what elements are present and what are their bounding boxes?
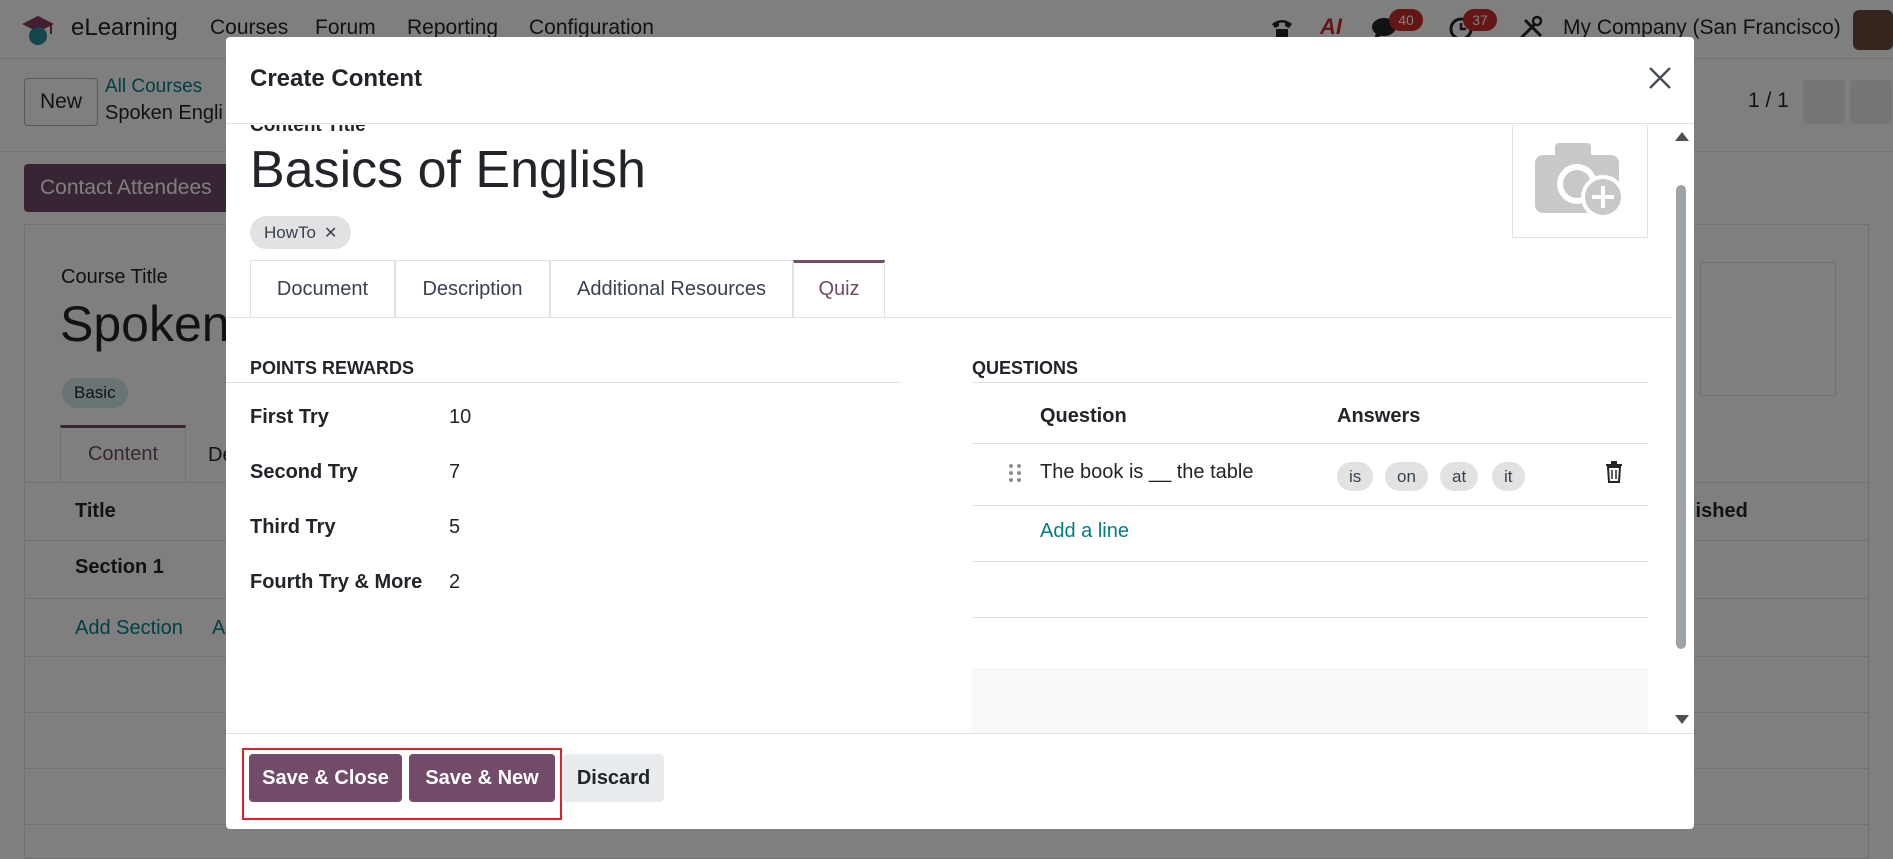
answer-badge: on — [1385, 462, 1428, 491]
tag-label: HowTo — [264, 223, 316, 242]
questions-heading: QUESTIONS — [972, 358, 1079, 378]
trash-icon[interactable] — [1604, 461, 1624, 483]
content-image-upload[interactable] — [1512, 125, 1648, 238]
scroll-up-icon[interactable] — [1675, 132, 1689, 141]
tag-remove-icon[interactable]: ✕ — [324, 225, 337, 242]
section-divider — [972, 382, 1648, 383]
tag-howto: HowTo ✕ — [250, 216, 352, 249]
dialog-header: Create Content — [226, 37, 1694, 124]
answer-badge: it — [1492, 462, 1525, 491]
camera-add-icon — [1535, 143, 1625, 219]
question-cell[interactable]: The book is __ the table — [1040, 461, 1253, 484]
column-answers[interactable]: Answers — [1337, 405, 1420, 428]
third-try-label: Third Try — [250, 516, 336, 538]
answer-badge: at — [1440, 462, 1479, 491]
scrollbar-thumb[interactable] — [1676, 185, 1686, 649]
tab-quiz[interactable]: Quiz — [793, 260, 885, 317]
first-try-label: First Try — [250, 406, 329, 428]
answer-badge: is — [1337, 462, 1374, 491]
discard-button[interactable]: Discard — [563, 754, 664, 802]
highlight-box — [242, 748, 562, 820]
first-try-input[interactable]: 10 — [449, 406, 471, 429]
fourth-try-label: Fourth Try & More — [250, 571, 423, 593]
tab-description[interactable]: Description — [395, 260, 550, 317]
section-divider — [226, 382, 901, 383]
add-line-link[interactable]: Add a line — [1040, 520, 1129, 543]
content-title-label: Content Title — [250, 125, 366, 136]
content-title-input[interactable]: Basics of English — [250, 140, 646, 200]
column-question[interactable]: Question — [1040, 405, 1127, 428]
drag-handle-icon[interactable] — [1008, 463, 1022, 483]
tab-additional-resources[interactable]: Additional Resources — [550, 260, 793, 317]
create-content-dialog: Create Content Content Title Basics of E… — [226, 37, 1694, 829]
fourth-try-input[interactable]: 2 — [449, 571, 460, 594]
table-divider — [972, 561, 1648, 562]
tab-document[interactable]: Document — [250, 260, 395, 317]
close-icon[interactable] — [1644, 62, 1676, 94]
table-divider — [972, 505, 1648, 506]
points-rewards-heading: POINTS REWARDS — [250, 358, 415, 378]
tabs-divider — [226, 317, 1673, 318]
third-try-input[interactable]: 5 — [449, 516, 460, 539]
second-try-label: Second Try — [250, 461, 358, 483]
scroll-down-icon[interactable] — [1675, 715, 1689, 724]
second-try-input[interactable]: 7 — [449, 461, 460, 484]
dialog-body: Content Title Basics of English HowTo ✕ D… — [226, 125, 1694, 733]
empty-table-row — [972, 668, 1648, 733]
table-divider — [972, 443, 1648, 444]
dialog-title: Create Content — [250, 65, 423, 92]
table-divider — [972, 617, 1648, 618]
